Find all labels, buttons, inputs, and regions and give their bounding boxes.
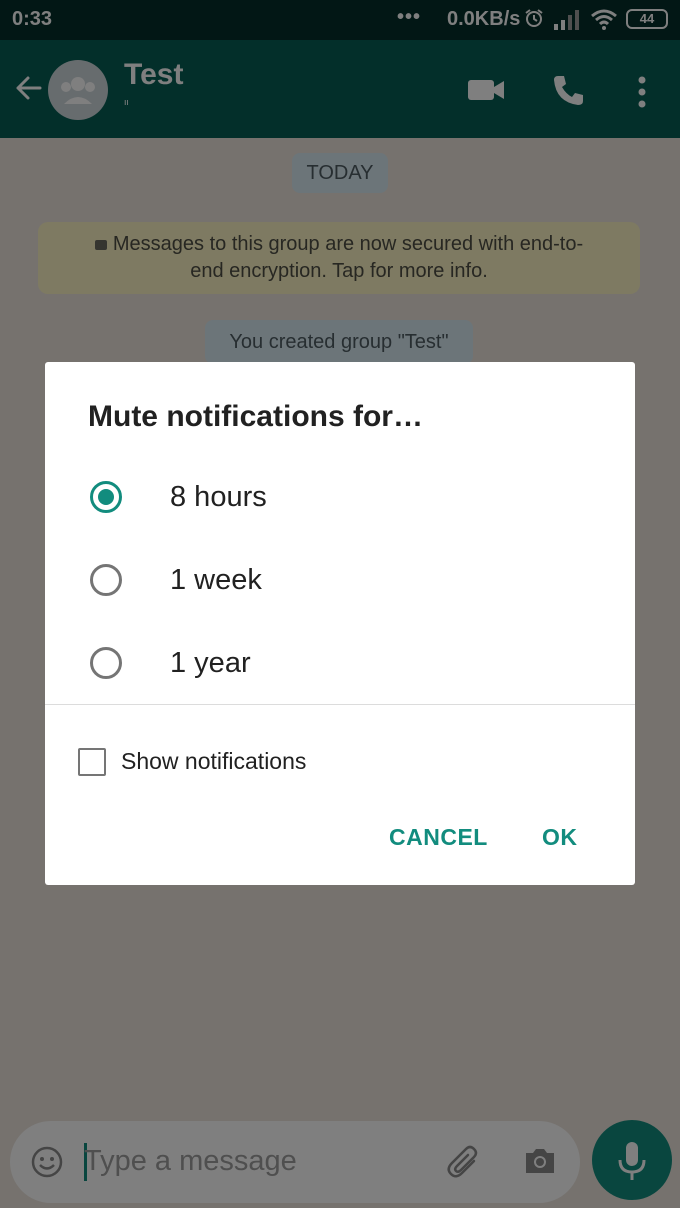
radio-1-week[interactable] (89, 563, 123, 597)
show-notifications-checkbox[interactable] (78, 748, 106, 776)
radio-8-hours[interactable] (89, 480, 123, 514)
cancel-button[interactable]: CANCEL (389, 824, 488, 851)
option-label-8-hours[interactable]: 8 hours (170, 481, 267, 514)
dialog-title: Mute notifications for… (88, 400, 423, 433)
mute-notifications-dialog: Mute notifications for… 8 hours 1 week 1… (45, 362, 635, 885)
show-notifications-label[interactable]: Show notifications (121, 748, 306, 775)
option-label-1-week[interactable]: 1 week (170, 564, 262, 597)
radio-1-year[interactable] (89, 646, 123, 680)
option-label-1-year[interactable]: 1 year (170, 647, 251, 680)
dialog-divider (45, 704, 635, 705)
ok-button[interactable]: OK (542, 824, 578, 851)
